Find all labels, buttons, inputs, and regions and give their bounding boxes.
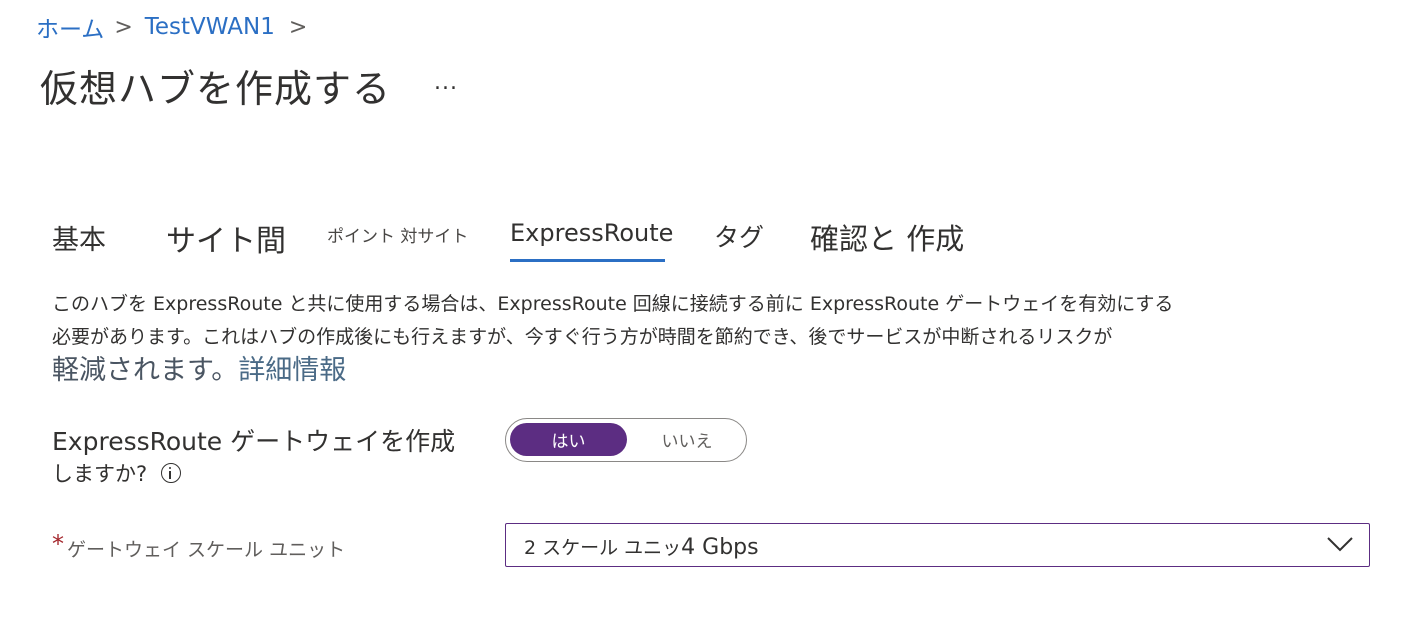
toggle-yes-option[interactable]: はい	[510, 423, 627, 456]
create-gateway-label: ExpressRoute ゲートウェイを作成	[52, 427, 456, 456]
selected-bandwidth: 4 Gbps	[681, 535, 759, 560]
create-gateway-label-line2: しますか?	[52, 458, 182, 488]
breadcrumb-end-separator: >	[288, 14, 308, 40]
page-title: 仮想ハブを作成する	[40, 67, 392, 111]
breadcrumb-home-link[interactable]: ホーム	[36, 10, 104, 44]
breadcrumb: ホーム > TestVWAN1 >	[36, 10, 307, 44]
active-tab-indicator	[510, 259, 665, 262]
tab-tags[interactable]: タグ	[714, 218, 764, 254]
tab-expressroute[interactable]: ExpressRoute	[510, 219, 673, 247]
tab-review-create[interactable]: 確認と 作成	[810, 216, 964, 258]
gateway-scale-units-dropdown[interactable]: 2 スケール ユニッ 4 Gbps	[505, 523, 1370, 567]
selected-scale-units: 2 スケール ユニッ	[524, 537, 682, 559]
create-gateway-toggle: はい いいえ	[505, 418, 747, 462]
tab-point-to-site[interactable]: ポイント 対サイト	[327, 222, 468, 247]
gateway-scale-units-label: ゲートウェイ スケール ユニット	[67, 539, 346, 561]
breadcrumb-vwan-link[interactable]: TestVWAN1	[145, 14, 275, 40]
description-line-2: 必要があります。これはハブの作成後にも行えますが、今すぐ行う方が時間を節約でき、…	[52, 326, 1113, 348]
description-line-3: 軽減されます。詳細情報	[52, 354, 1272, 387]
more-options-button[interactable]: ...	[434, 70, 458, 95]
tab-basics[interactable]: 基本	[52, 218, 106, 257]
learn-more-link[interactable]: 詳細情報	[238, 355, 346, 386]
expressroute-description: このハブを ExpressRoute と共に使用する場合は、ExpressRou…	[52, 288, 1272, 387]
description-line-3-text: 軽減されます。	[52, 355, 239, 386]
info-icon[interactable]	[161, 463, 182, 483]
create-gateway-label-text: しますか?	[52, 462, 148, 486]
description-line-1: このハブを ExpressRoute と共に使用する場合は、ExpressRou…	[52, 293, 1174, 315]
chevron-down-icon	[1327, 537, 1353, 552]
tab-site-to-site[interactable]: サイト間	[166, 216, 286, 260]
required-marker: *	[52, 530, 64, 558]
breadcrumb-separator: >	[114, 14, 133, 40]
toggle-no-option[interactable]: いいえ	[631, 423, 743, 456]
dropdown-selected-value: 2 スケール ユニッ 4 Gbps	[524, 533, 759, 560]
